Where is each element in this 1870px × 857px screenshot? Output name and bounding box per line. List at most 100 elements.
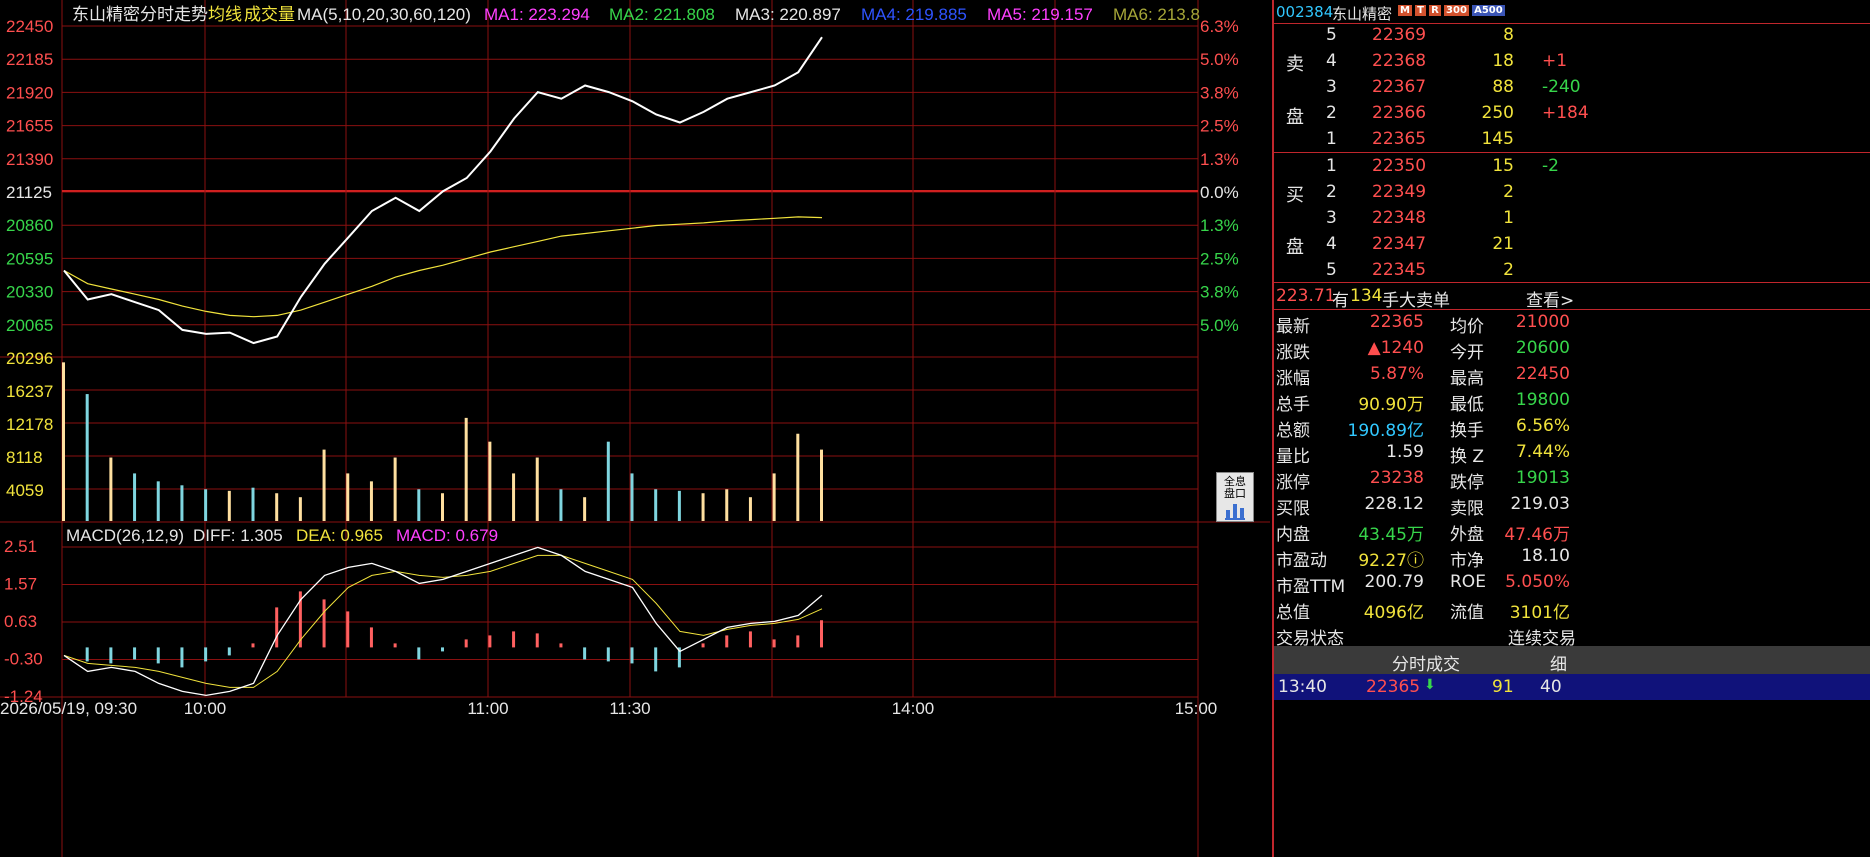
view-link[interactable]: 查看> xyxy=(1526,286,1574,311)
volume-bar xyxy=(156,481,160,521)
buy-level-1[interactable]: 1 22350 15 -2 xyxy=(1274,153,1870,179)
badge-t: T xyxy=(1415,5,1426,16)
buy-level-index: 1 xyxy=(1326,156,1337,176)
stat-label: 市盈动 xyxy=(1276,551,1327,571)
price-tick: 20595 xyxy=(6,249,53,268)
volume-bar xyxy=(275,493,279,521)
macd-histogram-bar xyxy=(772,639,776,648)
ma1-value: MA1: 223.294 xyxy=(484,5,590,24)
volume-bar xyxy=(583,497,587,521)
buy-price: 22345 xyxy=(1372,260,1427,280)
macd-histogram-bar xyxy=(701,643,705,648)
macd-histogram-bar xyxy=(417,647,421,660)
sell-level-3[interactable]: 3 22367 88 -240 xyxy=(1274,74,1870,100)
stat-label: 涨跌 xyxy=(1276,343,1310,363)
volume-bar xyxy=(488,441,492,521)
sell-change: -240 xyxy=(1542,77,1581,97)
stat-row: 量比 1.59 换 Z 7.44% xyxy=(1274,439,1870,467)
stat-label: 流值 xyxy=(1450,603,1484,623)
macd-tick: 2.51 xyxy=(4,537,37,556)
avg-price-line xyxy=(63,216,823,318)
avg-mode-label[interactable]: 均线 xyxy=(208,5,242,24)
buy-level-3[interactable]: 3 22348 1 xyxy=(1274,205,1870,231)
price-tick: 22450 xyxy=(6,17,53,36)
sell-level-index: 5 xyxy=(1326,25,1337,45)
stat-label: 总手 xyxy=(1276,395,1310,415)
sell-level-5[interactable]: 5 22369 8 xyxy=(1274,22,1870,48)
stat-label: 跌停 xyxy=(1450,473,1484,493)
intraday-chart-panel[interactable]: 东山精密分时走势 均线 成交量 MA(5,10,20,30,60,120) MA… xyxy=(0,0,1270,857)
quote-panel: 002384 东山精密 M T R 300 A500 5 22369 8 4 22368… xyxy=(1272,0,1870,857)
sell-price: 22367 xyxy=(1372,77,1427,97)
macd-dea: DEA: 0.965 xyxy=(296,526,383,545)
stat-value: 5.87% xyxy=(1369,364,1424,384)
sell-volume: 8 xyxy=(1503,25,1514,45)
sell-price: 22365 xyxy=(1372,129,1427,149)
bar-chart-icon xyxy=(1225,502,1245,520)
volume-bar xyxy=(630,473,634,521)
tick-volume: 91 xyxy=(1492,677,1514,697)
stat-value: 18.10 xyxy=(1521,546,1570,566)
badge-300: 300 xyxy=(1444,5,1469,16)
sell-level-index: 1 xyxy=(1326,129,1337,149)
buy-level-5[interactable]: 5 22345 2 xyxy=(1274,257,1870,283)
volume-bar xyxy=(322,449,326,521)
macd-histogram-bar xyxy=(748,631,752,648)
big-order-you: 有 xyxy=(1332,291,1349,311)
ticks-detail-tab[interactable]: 细 xyxy=(1550,650,1567,675)
stat-row: 总手 90.90万 最低 19800 xyxy=(1274,387,1870,415)
macd-histogram-bar xyxy=(630,647,634,664)
volume-bar xyxy=(725,489,729,521)
full-info-button[interactable]: 全息盘口 xyxy=(1216,472,1254,522)
macd-params: MACD(26,12,9) xyxy=(66,526,184,545)
sell-level-1[interactable]: 1 22365 145 xyxy=(1274,126,1870,152)
macd-histogram-bar xyxy=(488,635,492,648)
macd-histogram-bar xyxy=(393,643,397,648)
volume-bar xyxy=(180,485,184,521)
pct-tick: 5.0% xyxy=(1200,50,1239,69)
volume-bar xyxy=(559,489,563,521)
macd-histogram-bar xyxy=(85,647,89,662)
chart-title: 东山精密分时走势 xyxy=(72,5,208,24)
macd-diff: DIFF: 1.305 xyxy=(193,526,283,545)
buy-level-index: 5 xyxy=(1326,260,1337,280)
stat-value: 3101亿 xyxy=(1509,603,1570,623)
buy-volume: 15 xyxy=(1492,156,1514,176)
stat-label: 买限 xyxy=(1276,499,1310,519)
volume-bar xyxy=(677,490,681,521)
stat-label: 换手 xyxy=(1450,421,1484,441)
diff-line xyxy=(63,546,823,697)
stat-label: 外盘 xyxy=(1450,525,1484,545)
macd-histogram-bar xyxy=(109,647,113,664)
sell-level-index: 3 xyxy=(1326,77,1337,97)
stat-value: 228.12 xyxy=(1364,494,1424,514)
buy-volume: 2 xyxy=(1503,260,1514,280)
volume-bar xyxy=(701,493,705,521)
big-order-row[interactable]: 223.71 有 134 手大卖单 查看> xyxy=(1274,283,1870,311)
stat-row: 涨跌 ▲1240 今开 20600 xyxy=(1274,335,1870,363)
macd-histogram-bar xyxy=(227,647,231,656)
chart-date: 2026/05/19, 09:30 xyxy=(0,699,137,718)
ma3-value: MA3: 220.897 xyxy=(735,5,841,24)
macd-histogram-bar xyxy=(464,639,468,648)
volume-tick: 8118 xyxy=(6,448,43,467)
ma4-value: MA4: 219.885 xyxy=(861,5,967,24)
intraday-chart[interactable]: 东山精密分时走势 均线 成交量 MA(5,10,20,30,60,120) MA… xyxy=(0,0,1270,857)
price-tick: 21655 xyxy=(6,117,53,136)
tick-row[interactable]: 13:40 22365 ⬇ 91 40 xyxy=(1274,674,1870,700)
volume-bar xyxy=(535,457,539,521)
time-tick: 10:00 xyxy=(184,699,227,718)
vol-mode-label[interactable]: 成交量 xyxy=(244,5,295,24)
price-tick: 21920 xyxy=(6,83,53,102)
pct-tick: 0.0% xyxy=(1200,183,1239,202)
sell-volume: 145 xyxy=(1481,129,1514,149)
stat-row: 市盈TTM 200.79 ROE 5.050% xyxy=(1274,569,1870,597)
stat-value: 5.050% xyxy=(1505,572,1570,592)
buy-price: 22350 xyxy=(1372,156,1427,176)
stat-value: 6.56% xyxy=(1515,416,1570,436)
stock-header: 002384 东山精密 M T R 300 A500 xyxy=(1274,2,1870,24)
volume-bar xyxy=(441,493,444,521)
price-tick: 21390 xyxy=(6,150,53,169)
stat-value: 22365 xyxy=(1369,312,1424,332)
badge-a500: A500 xyxy=(1472,5,1505,16)
